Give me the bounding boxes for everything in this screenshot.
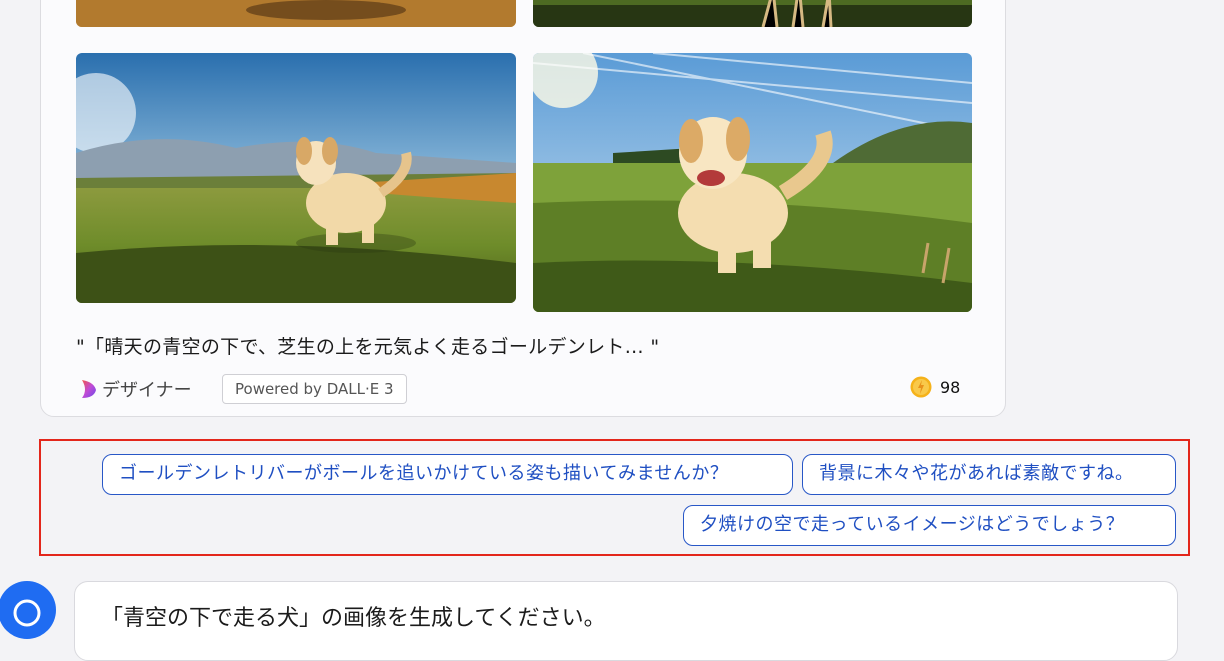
image-prompt-caption: "「晴天の青空の下で、芝生の上を元気よく走るゴールデンレト… " [76, 336, 660, 358]
designer-logo-icon [82, 380, 96, 398]
assistant-avatar [0, 581, 56, 639]
designer-label: デザイナー [102, 380, 192, 401]
generated-image-2[interactable] [533, 0, 972, 27]
suggestion-chip-2[interactable]: 背景に木々や花があれば素敵ですね。 [802, 454, 1176, 495]
generated-image-4[interactable] [533, 53, 972, 312]
boost-coin-icon [910, 376, 932, 398]
suggestion-chip-3[interactable]: 夕焼けの空で走っているイメージはどうでしょう？ [683, 505, 1176, 546]
powered-by-badge: Powered by DALL·E 3 [222, 374, 407, 404]
boost-counter: 98 [910, 376, 960, 398]
user-message-bubble: 「青空の下で走る犬」の画像を生成してください。 [74, 581, 1178, 661]
generated-image-1[interactable] [76, 0, 516, 27]
generated-image-3[interactable] [76, 53, 516, 303]
assistant-logo-icon [13, 599, 41, 627]
suggestion-chip-1[interactable]: ゴールデンレトリバーがボールを追いかけている姿も描いてみませんか？ [102, 454, 793, 495]
designer-link[interactable]: デザイナー [80, 376, 192, 402]
boost-count: 98 [940, 377, 961, 397]
user-message-text: 「青空の下で走る犬」の画像を生成してください。 [101, 606, 606, 631]
